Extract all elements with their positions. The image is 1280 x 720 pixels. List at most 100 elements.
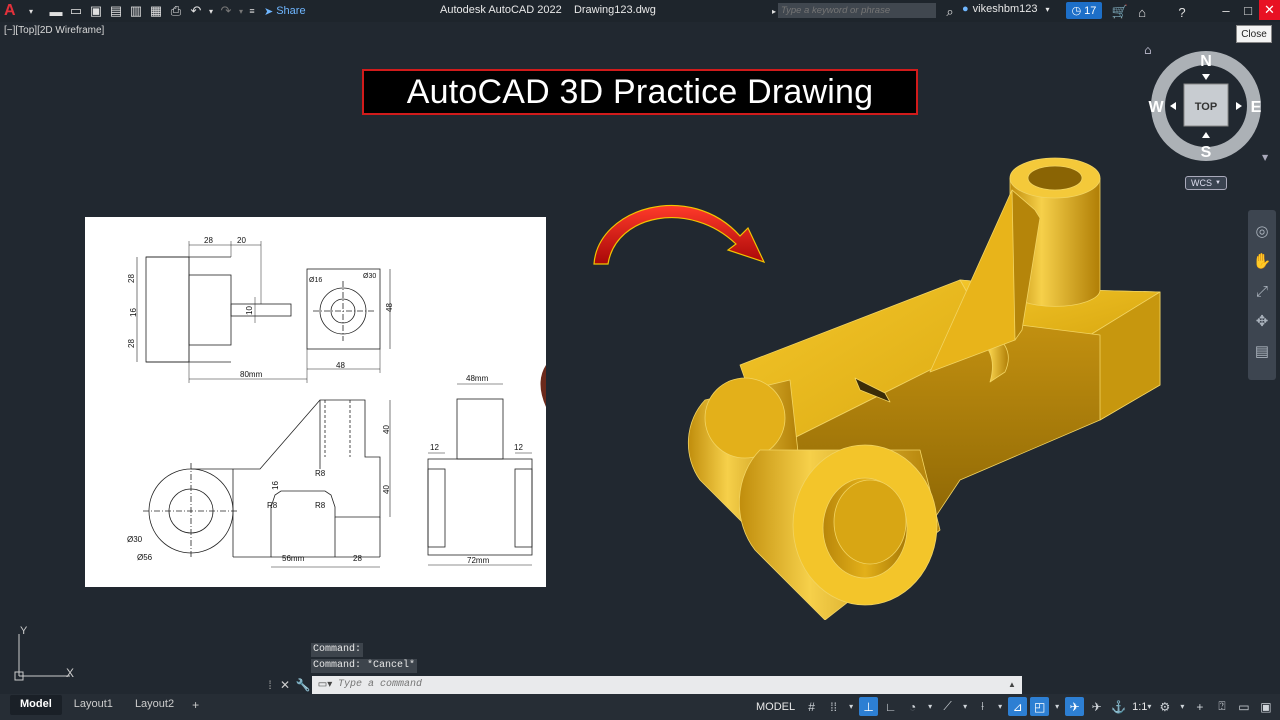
share-label: Share xyxy=(276,5,306,17)
dim-text: Ø16 xyxy=(309,277,323,284)
close-window-button[interactable]: ✕ xyxy=(1259,0,1280,20)
showmotion-icon[interactable]: ▤ xyxy=(1248,336,1276,366)
home-icon[interactable]: ⌂ xyxy=(1144,44,1152,57)
search-input[interactable] xyxy=(778,3,936,18)
autodesk-app-store-icon[interactable]: ⌂ xyxy=(1132,2,1152,22)
orbit-icon[interactable]: ✥ xyxy=(1248,306,1276,336)
user-account[interactable]: ● vikeshbm123 ▾ xyxy=(962,3,1050,15)
undo-dropdown-icon[interactable]: ▾ xyxy=(206,1,216,21)
compass-north[interactable]: N xyxy=(1200,53,1212,70)
command-prompt-icon[interactable]: ▭▾ xyxy=(312,679,338,690)
steering-wheel-icon[interactable]: ◎ xyxy=(1248,216,1276,246)
new-file-icon[interactable]: ▬ xyxy=(46,1,66,21)
viewport-controls-label[interactable]: [−][Top][2D Wireframe] xyxy=(4,25,104,36)
arrow-left-icon[interactable] xyxy=(1236,102,1242,110)
polar-tracking-icon[interactable]: ◔ xyxy=(903,697,922,716)
layout-tabs: Model Layout1 Layout2 + xyxy=(10,695,205,715)
command-line-grip-icon[interactable]: ⁞ xyxy=(260,678,280,692)
isodraft-icon[interactable]: ⟋ xyxy=(938,697,957,716)
snap-dropdown-icon[interactable]: ▾ xyxy=(846,697,856,716)
minimize-icon[interactable]: – xyxy=(1216,0,1236,20)
model-space-toggle[interactable]: MODEL xyxy=(752,697,799,716)
cube-face-label: TOP xyxy=(1195,101,1217,113)
command-history-up-icon[interactable]: ▲ xyxy=(1008,680,1022,689)
arrow-right-icon[interactable] xyxy=(1170,102,1176,110)
redo-dropdown-icon[interactable]: ▾ xyxy=(236,1,246,21)
autoscale-icon[interactable]: ✈ xyxy=(1087,697,1106,716)
tab-layout2[interactable]: Layout2 xyxy=(125,695,184,715)
command-history-line: Command: *Cancel* xyxy=(311,659,418,673)
pan-hand-icon[interactable]: ✋ xyxy=(1248,246,1276,276)
share-button[interactable]: ➤ Share xyxy=(264,5,306,18)
file-name: Drawing123.dwg xyxy=(573,4,656,16)
dim-text: 40 xyxy=(381,485,391,494)
compass-east[interactable]: E xyxy=(1251,99,1262,116)
practice-drawing-banner: AutoCAD 3D Practice Drawing xyxy=(362,69,918,115)
compass-south[interactable]: S xyxy=(1201,144,1212,161)
quick-properties-icon[interactable]: ▭ xyxy=(1234,697,1253,716)
open-from-web-icon[interactable]: ▥ xyxy=(126,1,146,21)
ucs-y-label: Y xyxy=(20,625,28,637)
selection-cycling-icon[interactable]: ◰ xyxy=(1030,697,1050,716)
grid-icon[interactable]: # xyxy=(802,697,821,716)
viewcube[interactable]: ⌂ TOP N S E W ▼ xyxy=(1140,44,1270,194)
add-layout-icon[interactable]: + xyxy=(186,695,205,715)
save-as-icon[interactable]: ▤ xyxy=(106,1,126,21)
app-menu-chevron-icon[interactable]: ▾ xyxy=(26,1,36,21)
tab-model[interactable]: Model xyxy=(10,695,62,715)
dim-text: 28 xyxy=(353,554,362,563)
workspace-gear-icon[interactable]: ⚙ xyxy=(1155,697,1174,716)
command-line-customize-icon[interactable]: 🔧 xyxy=(294,678,312,692)
tab-layout1[interactable]: Layout1 xyxy=(64,695,123,715)
dim-text: Ø30 xyxy=(363,273,377,280)
wcs-dropdown[interactable]: WCS ▼ xyxy=(1185,176,1227,190)
cart-icon[interactable]: 🛒 xyxy=(1110,2,1130,22)
wcs-chevron-icon: ▼ xyxy=(1215,180,1221,186)
save-icon[interactable]: ▣ xyxy=(86,1,106,21)
user-icon: ● xyxy=(962,3,969,15)
clean-screen-icon[interactable]: ▣ xyxy=(1256,697,1275,716)
dim-text: 80mm xyxy=(240,370,263,379)
undo-icon[interactable]: ↶ xyxy=(186,1,206,21)
3d-bracket-model[interactable] xyxy=(660,150,1170,620)
annotation-scale-icon[interactable]: ⚓ xyxy=(1109,697,1128,716)
dim-text: 48 xyxy=(384,303,394,312)
maximize-icon[interactable]: □ xyxy=(1238,0,1258,20)
save-to-web-icon[interactable]: ▦ xyxy=(146,1,166,21)
open-file-icon[interactable]: ▭ xyxy=(66,1,86,21)
redo-icon[interactable]: ↷ xyxy=(216,1,236,21)
arrow-up-icon[interactable] xyxy=(1202,132,1210,138)
osnap-dropdown-icon[interactable]: ▾ xyxy=(995,697,1005,716)
snap-icon[interactable]: ⁞⁞ xyxy=(824,697,843,716)
annotation-monitor-icon[interactable]: + xyxy=(1190,697,1209,716)
help-icon[interactable]: ? xyxy=(1172,2,1192,22)
command-line-close-icon[interactable]: ✕ xyxy=(280,678,294,692)
notification-badge[interactable]: ◷ 17 xyxy=(1066,2,1102,19)
command-input[interactable] xyxy=(338,676,1008,693)
plot-icon[interactable]: ⎙ xyxy=(166,1,186,21)
clock-icon: ◷ xyxy=(1071,5,1082,17)
viewcube-menu-icon[interactable]: ▼ xyxy=(1262,153,1269,162)
isodraft-dropdown-icon[interactable]: ▾ xyxy=(960,697,970,716)
zoom-extents-icon[interactable]: ⤢ xyxy=(1248,276,1276,306)
customize-toolbar-icon[interactable]: ≡ xyxy=(246,1,258,21)
cycling-dropdown-icon[interactable]: ▾ xyxy=(1052,697,1062,716)
polar-dropdown-icon[interactable]: ▾ xyxy=(925,697,935,716)
search-icon[interactable]: ⌕ xyxy=(940,2,960,22)
annotation-scale[interactable]: 1:1 ▾ xyxy=(1131,697,1152,716)
dim-text: 16 xyxy=(270,481,280,490)
command-history-line: Command: xyxy=(311,643,364,657)
window-title: Autodesk AutoCAD 2022 Drawing123.dwg xyxy=(440,4,656,16)
compass-west[interactable]: W xyxy=(1148,99,1164,116)
ortho-icon[interactable]: ∟ xyxy=(881,697,900,716)
infer-constraints-icon[interactable]: ⊥ xyxy=(859,697,879,716)
object-snap-icon[interactable]: ⊿ xyxy=(1008,697,1028,716)
annotation-visibility-icon[interactable]: ✈ xyxy=(1065,697,1085,716)
autocad-logo-icon[interactable]: A xyxy=(4,2,26,20)
object-snap-tracking-icon[interactable]: ⟊ xyxy=(973,697,992,716)
share-icon: ➤ xyxy=(264,5,274,18)
units-icon[interactable]: ⍰ xyxy=(1212,697,1231,716)
arrow-down-icon[interactable] xyxy=(1202,74,1210,80)
dim-text: R8 xyxy=(267,501,278,510)
workspace-dropdown-icon[interactable]: ▾ xyxy=(1177,697,1187,716)
